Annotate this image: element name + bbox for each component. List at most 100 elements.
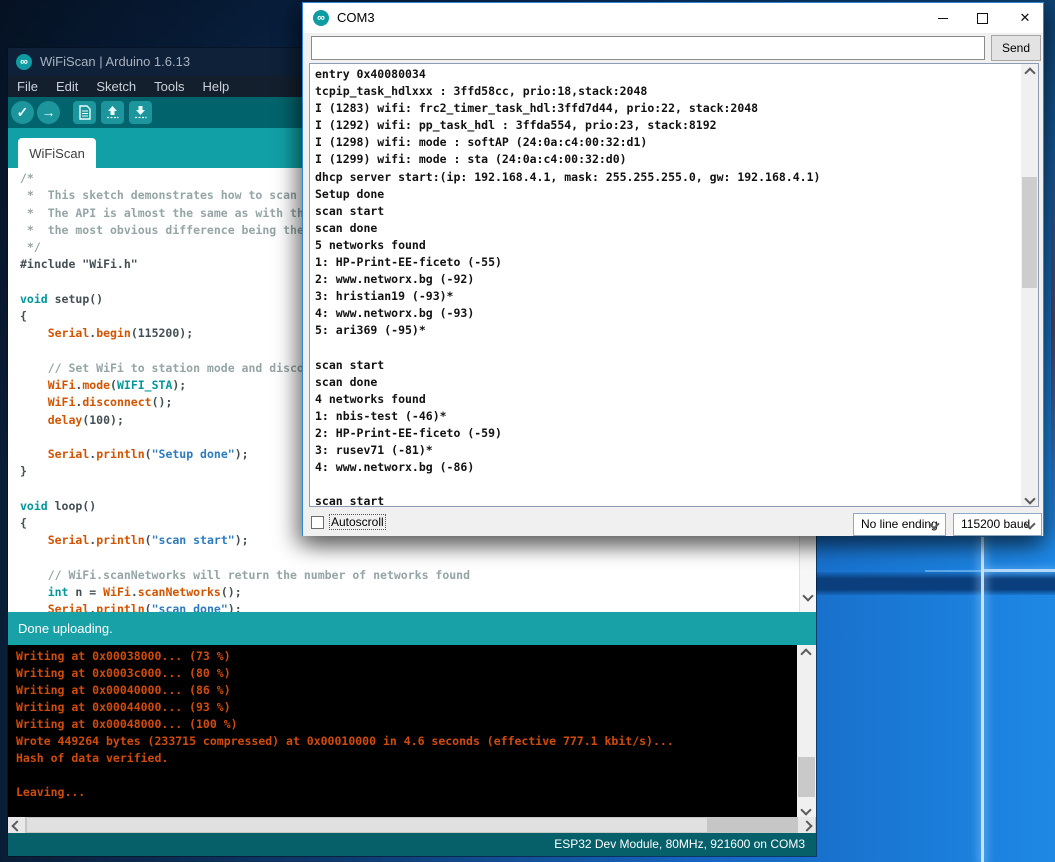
serial-output-line: dhcp server start:(ip: 192.168.4.1, mask…	[315, 169, 820, 186]
scrollbar-thumb[interactable]	[798, 757, 815, 797]
serial-output-line: 4: www.networx.bg (-86)	[315, 459, 820, 476]
serial-output-line	[315, 476, 820, 493]
scrollbar-thumb[interactable]	[1022, 177, 1037, 288]
console-lines: Writing at 0x00038000... (73 %)Writing a…	[16, 648, 674, 801]
scroll-left-button[interactable]	[8, 817, 25, 833]
scroll-down-button[interactable]	[797, 801, 814, 817]
console-line: Writing at 0x00038000... (73 %)	[16, 648, 674, 665]
save-sketch-button[interactable]	[129, 101, 152, 124]
serial-monitor-title: COM3	[337, 3, 375, 33]
serial-monitor-titlebar[interactable]: ∞ COM3 ✕	[303, 3, 1043, 33]
serial-output-line: entry 0x40080034	[315, 66, 820, 83]
serial-output-line: 1: HP-Print-EE-ficeto (-55)	[315, 254, 820, 271]
upload-button[interactable]: →	[37, 101, 60, 124]
serial-output-line: Setup done	[315, 186, 820, 203]
serial-send-input[interactable]	[311, 36, 985, 60]
maximize-button[interactable]	[966, 7, 998, 29]
serial-output-line	[315, 340, 820, 357]
serial-monitor-window: ∞ COM3 ✕ Send entry 0x40080034tcpip_task…	[302, 2, 1044, 536]
autoscroll-label[interactable]: Autoscroll	[330, 515, 385, 529]
menu-tools[interactable]: Tools	[145, 76, 193, 97]
scroll-right-button[interactable]	[798, 817, 815, 833]
baud-rate-dropdown[interactable]: 115200 baud	[953, 513, 1042, 536]
scrollbar-thumb[interactable]	[27, 818, 707, 832]
line-ending-dropdown[interactable]: No line ending	[853, 513, 946, 536]
wallpaper-dark-band	[812, 572, 1055, 595]
minimize-button[interactable]	[927, 7, 959, 29]
serial-vertical-scrollbar[interactable]	[1021, 64, 1038, 506]
scroll-down-icon[interactable]	[802, 590, 813, 601]
line-ending-value: No line ending	[861, 517, 938, 531]
arduino-logo-icon: ∞	[313, 10, 329, 26]
arrow-up-tray-icon	[106, 105, 119, 120]
console-line: Writing at 0x0003c000... (80 %)	[16, 665, 674, 682]
serial-monitor-bottombar: Autoscroll No line ending 115200 baud	[303, 507, 1043, 536]
serial-output-line: I (1283) wifi: frc2_timer_task_hdl:3ffd7…	[315, 100, 820, 117]
serial-output-line: I (1299) wifi: mode : sta (24:0a:c4:00:3…	[315, 151, 820, 168]
serial-output-line: 5: ari369 (-95)*	[315, 322, 820, 339]
arrow-right-icon: →	[42, 104, 56, 120]
arduino-logo-icon: ∞	[16, 54, 32, 70]
console-line: Writing at 0x00044000... (93 %)	[16, 699, 674, 716]
ide-window-title: WiFiScan | Arduino 1.6.13	[40, 48, 190, 76]
serial-output-lines: entry 0x40080034tcpip_task_hdlxxx : 3ffd…	[315, 66, 820, 507]
document-icon	[79, 105, 91, 120]
windows-logo-horizontal-glow-left	[925, 570, 981, 572]
code-line: Serial.println("scan done");	[20, 601, 470, 612]
console-line: Writing at 0x00048000... (100 %)	[16, 716, 674, 733]
wallpaper-edge-tint	[1051, 150, 1055, 540]
arrow-down-tray-icon	[134, 105, 147, 120]
console-line: Leaving...	[16, 784, 674, 801]
serial-output-line: 5 networks found	[315, 237, 820, 254]
serial-output-line: 3: hristian19 (-93)*	[315, 288, 820, 305]
menu-file[interactable]: File	[8, 76, 47, 97]
windows-logo-vertical-glow	[981, 537, 984, 862]
serial-output-line: 3: rusev71 (-81)*	[315, 442, 820, 459]
serial-output-line: 2: www.networx.bg (-92)	[315, 271, 820, 288]
maximize-icon	[977, 13, 988, 24]
console-vertical-scrollbar[interactable]	[797, 645, 816, 817]
serial-output-line: 4: www.networx.bg (-93)	[315, 305, 820, 322]
serial-output-line: I (1298) wifi: mode : softAP (24:0a:c4:0…	[315, 134, 820, 151]
serial-output-line: scan done	[315, 374, 820, 391]
new-sketch-button[interactable]	[73, 101, 96, 124]
ide-progress-strip: Done uploading.	[8, 612, 816, 645]
serial-output-area[interactable]: entry 0x40080034tcpip_task_hdlxxx : 3ffd…	[309, 63, 1039, 507]
serial-output-line: scan done	[315, 220, 820, 237]
board-status-text: ESP32 Dev Module, 80MHz, 921600 on COM3	[554, 833, 805, 856]
ide-statusbar: ESP32 Dev Module, 80MHz, 921600 on COM3	[8, 833, 816, 856]
autoscroll-checkbox[interactable]	[311, 516, 324, 529]
close-button[interactable]: ✕	[1009, 7, 1041, 29]
send-button[interactable]: Send	[991, 35, 1041, 61]
menu-edit[interactable]: Edit	[47, 76, 87, 97]
serial-output-line: scan start	[315, 357, 820, 374]
serial-output-line: 4 networks found	[315, 391, 820, 408]
serial-output-line: scan start	[315, 493, 820, 507]
ide-console[interactable]: Writing at 0x00038000... (73 %)Writing a…	[8, 645, 797, 817]
console-line: Hash of data verified.	[16, 750, 674, 767]
console-line	[16, 767, 674, 784]
console-line: Wrote 449264 bytes (233715 compressed) a…	[16, 733, 674, 750]
serial-output-line: 1: nbis-test (-46)*	[315, 408, 820, 425]
close-icon: ✕	[1020, 10, 1031, 25]
menu-sketch[interactable]: Sketch	[87, 76, 145, 97]
scroll-down-button[interactable]	[1021, 490, 1038, 506]
code-line	[20, 550, 470, 567]
verify-button[interactable]: ✓	[11, 101, 34, 124]
scroll-up-button[interactable]	[1021, 64, 1038, 80]
windows-logo-horizontal-glow	[984, 569, 1055, 572]
console-horizontal-scrollbar[interactable]	[8, 817, 816, 833]
check-icon: ✓	[17, 104, 29, 120]
code-line: int n = WiFi.scanNetworks();	[20, 584, 470, 601]
serial-output-line: tcpip_task_hdlxxx : 3ffd58cc, prio:18,st…	[315, 83, 820, 100]
baud-rate-value: 115200 baud	[961, 517, 1030, 531]
code-line: // WiFi.scanNetworks will return the num…	[20, 567, 470, 584]
progress-message: Done uploading.	[18, 612, 113, 645]
scroll-up-button[interactable]	[797, 645, 814, 661]
serial-output-line: I (1292) wifi: pp_task_hdl : 3ffda554, p…	[315, 117, 820, 134]
tab-wifiscan[interactable]: WiFiScan	[18, 138, 96, 168]
console-line: Writing at 0x00040000... (86 %)	[16, 682, 674, 699]
minimize-icon	[938, 18, 948, 19]
open-sketch-button[interactable]	[101, 101, 124, 124]
menu-help[interactable]: Help	[193, 76, 238, 97]
